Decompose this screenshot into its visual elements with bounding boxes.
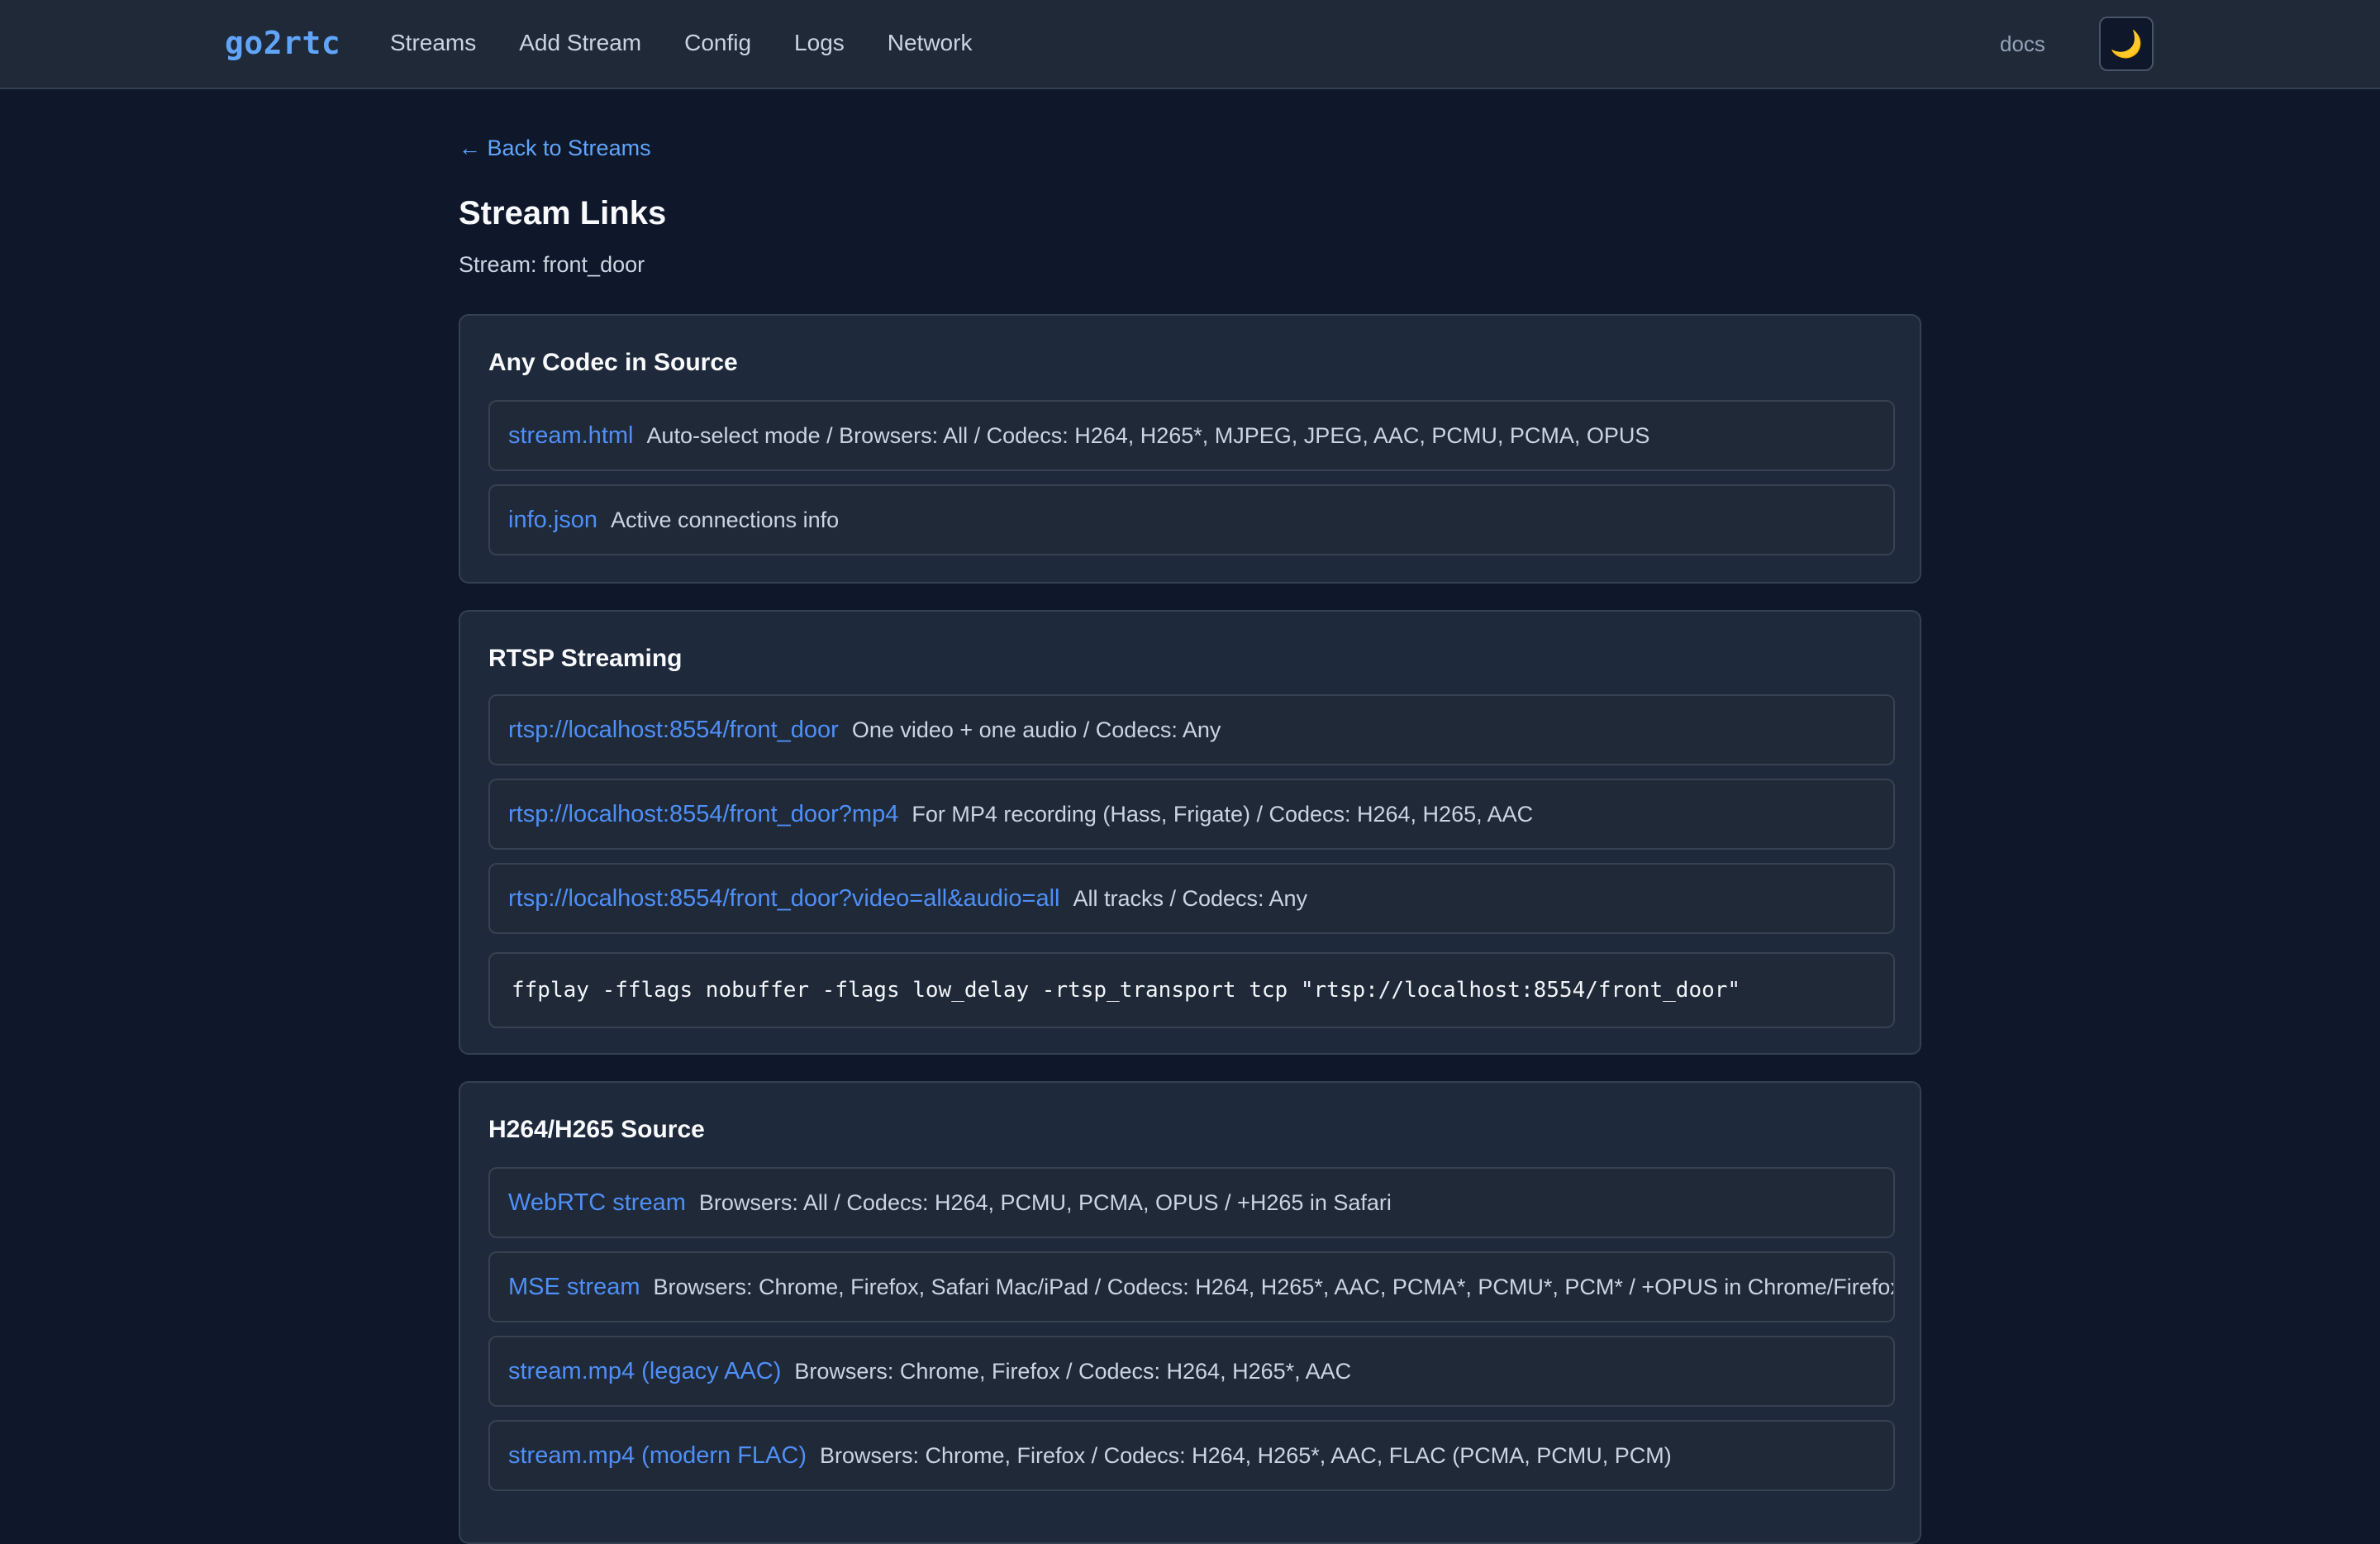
link-row: rtsp://localhost:8554/front_door?mp4 For… — [488, 779, 1895, 850]
page-title: Stream Links — [459, 195, 667, 231]
link-row: stream.html Auto-select mode / Browsers:… — [488, 400, 1895, 471]
moon-icon: 🌙 — [2110, 29, 2143, 59]
section-title: RTSP Streaming — [488, 645, 683, 672]
rtsp-all-tracks-link[interactable]: rtsp://localhost:8554/front_door?video=a… — [508, 885, 1059, 913]
row-description: Browsers: All / Codecs: H264, PCMU, PCMA… — [698, 1189, 1392, 1215]
link-row: rtsp://localhost:8554/front_door One vid… — [488, 694, 1895, 765]
link-row: stream.mp4 (modern FLAC) Browsers: Chrom… — [488, 1420, 1895, 1491]
rtsp-link[interactable]: rtsp://localhost:8554/front_door — [508, 717, 839, 744]
nav-config[interactable]: Config — [684, 30, 751, 56]
stream-mp4-legacy-link[interactable]: stream.mp4 (legacy AAC) — [508, 1358, 781, 1385]
webrtc-stream-link[interactable]: WebRTC stream — [508, 1189, 686, 1217]
main-nav: Streams Add Stream Config Logs Network — [390, 30, 972, 56]
row-description: Active connections info — [611, 507, 840, 532]
link-row: WebRTC stream Browsers: All / Codecs: H2… — [488, 1167, 1895, 1238]
section-title: H264/H265 Source — [488, 1116, 705, 1143]
nav-streams[interactable]: Streams — [390, 30, 476, 56]
brand-logo[interactable]: go2rtc — [225, 25, 340, 61]
link-row: MSE stream Browsers: Chrome, Firefox, Sa… — [488, 1251, 1895, 1322]
section-rtsp-streaming: RTSP Streaming rtsp://localhost:8554/fro… — [459, 610, 1921, 1055]
nav-add-stream[interactable]: Add Stream — [519, 30, 641, 56]
row-description: All tracks / Codecs: Any — [1073, 885, 1308, 911]
stream-name: Stream: front_door — [459, 252, 645, 277]
row-description: Browsers: Chrome, Firefox / Codecs: H264… — [820, 1442, 1672, 1468]
ffplay-command[interactable]: ffplay -fflags nobuffer -flags low_delay… — [488, 952, 1895, 1028]
section-h264-h265-source: H264/H265 Source WebRTC stream Browsers:… — [459, 1081, 1921, 1544]
nav-logs[interactable]: Logs — [794, 30, 845, 56]
section-title: Any Codec in Source — [488, 349, 738, 376]
rtsp-mp4-link[interactable]: rtsp://localhost:8554/front_door?mp4 — [508, 801, 898, 828]
link-row: info.json Active connections info — [488, 484, 1895, 555]
nav-network[interactable]: Network — [888, 30, 973, 56]
stream-mp4-modern-link[interactable]: stream.mp4 (modern FLAC) — [508, 1442, 807, 1470]
mse-stream-link[interactable]: MSE stream — [508, 1274, 640, 1301]
link-row: stream.mp4 (legacy AAC) Browsers: Chrome… — [488, 1336, 1895, 1407]
row-description: One video + one audio / Codecs: Any — [851, 717, 1221, 742]
back-to-streams-link[interactable]: ← Back to Streams — [459, 136, 651, 161]
section-any-codec: Any Codec in Source stream.html Auto-sel… — [459, 314, 1921, 584]
row-description: Browsers: Chrome, Firefox, Safari Mac/iP… — [653, 1274, 1895, 1299]
row-description: Browsers: Chrome, Firefox / Codecs: H264… — [794, 1358, 1352, 1384]
link-row: rtsp://localhost:8554/front_door?video=a… — [488, 863, 1895, 934]
theme-toggle-button[interactable]: 🌙 — [2099, 17, 2154, 71]
row-description: For MP4 recording (Hass, Frigate) / Code… — [912, 801, 1534, 827]
row-description: Auto-select mode / Browsers: All / Codec… — [646, 422, 1650, 448]
top-navbar: go2rtc Streams Add Stream Config Logs Ne… — [0, 0, 2380, 89]
info-json-link[interactable]: info.json — [508, 507, 597, 534]
docs-link[interactable]: docs — [2000, 31, 2045, 57]
stream-html-link[interactable]: stream.html — [508, 422, 633, 450]
